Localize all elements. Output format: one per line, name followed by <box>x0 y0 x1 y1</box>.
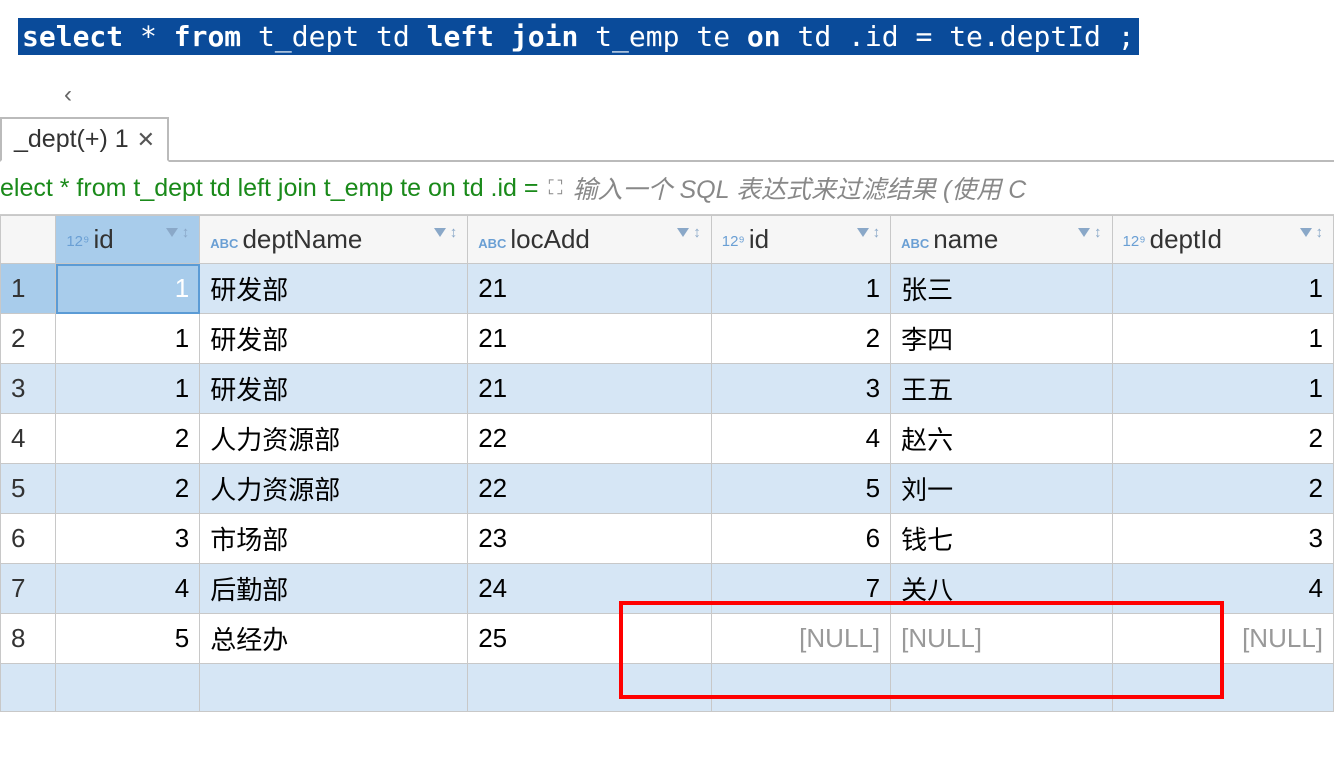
table-row[interactable]: 1 1 研发部 21 1 张三 1 <box>1 264 1334 314</box>
cell-id2-null[interactable]: [NULL] <box>711 614 890 664</box>
cell-id[interactable]: 2 <box>56 414 200 464</box>
column-header-id[interactable]: 12⁹id ↕ <box>56 216 200 264</box>
filter-sort-icon[interactable]: ↕ <box>857 224 881 241</box>
cell-id2[interactable]: 2 <box>711 314 890 364</box>
back-icon[interactable]: ‹ <box>64 81 72 108</box>
cell-deptId[interactable]: 2 <box>1112 464 1333 514</box>
cell-id2[interactable]: 5 <box>711 464 890 514</box>
cell-id[interactable]: 2 <box>56 464 200 514</box>
cell-locAdd[interactable]: 24 <box>468 564 712 614</box>
cell-name[interactable]: 刘一 <box>891 464 1112 514</box>
cell-deptName[interactable]: 总经办 <box>200 614 468 664</box>
cell-id[interactable]: 3 <box>56 514 200 564</box>
cell-name-null[interactable]: [NULL] <box>891 614 1112 664</box>
cell-locAdd[interactable]: 21 <box>468 264 712 314</box>
filter-sort-icon[interactable]: ↕ <box>1300 224 1324 241</box>
cell-deptId[interactable]: 2 <box>1112 414 1333 464</box>
row-number[interactable]: 2 <box>1 314 56 364</box>
result-tab[interactable]: _dept(+) 1 ✕ <box>0 117 169 162</box>
tab-bar: _dept(+) 1 ✕ <box>0 117 1334 162</box>
table-row[interactable]: 8 5 总经办 25 [NULL] [NULL] [NULL] <box>1 614 1334 664</box>
cell-name[interactable]: 张三 <box>891 264 1112 314</box>
cell-locAdd[interactable]: 25 <box>468 614 712 664</box>
cell-deptId[interactable]: 3 <box>1112 514 1333 564</box>
filter-sort-icon[interactable]: ↕ <box>434 224 458 241</box>
cell-id[interactable]: 1 <box>56 364 200 414</box>
cell-deptName[interactable]: 市场部 <box>200 514 468 564</box>
query-bar: elect * from t_dept td left join t_emp t… <box>0 162 1334 215</box>
cell-deptId[interactable]: 1 <box>1112 364 1333 414</box>
row-number[interactable]: 3 <box>1 364 56 414</box>
cell-deptName[interactable]: 研发部 <box>200 314 468 364</box>
cell-deptName[interactable]: 后勤部 <box>200 564 468 614</box>
cell-deptName[interactable]: 研发部 <box>200 264 468 314</box>
nav-back-area: ‹ <box>0 73 1334 117</box>
row-number[interactable]: 4 <box>1 414 56 464</box>
table-row[interactable]: 2 1 研发部 21 2 李四 1 <box>1 314 1334 364</box>
table-row[interactable]: 7 4 后勤部 24 7 关八 4 <box>1 564 1334 614</box>
number-type-icon: 12⁹ <box>66 233 89 250</box>
cell-locAdd[interactable]: 23 <box>468 514 712 564</box>
column-header-id2[interactable]: 12⁹id ↕ <box>711 216 890 264</box>
cell-deptId-null[interactable]: [NULL] <box>1112 614 1333 664</box>
cell-id2[interactable]: 4 <box>711 414 890 464</box>
table-row[interactable]: 3 1 研发部 21 3 王五 1 <box>1 364 1334 414</box>
table-row[interactable]: 4 2 人力资源部 22 4 赵六 2 <box>1 414 1334 464</box>
text-type-icon: ABC <box>210 236 238 251</box>
cell-id2[interactable]: 1 <box>711 264 890 314</box>
cell-deptId[interactable]: 1 <box>1112 314 1333 364</box>
cell-name[interactable]: 李四 <box>891 314 1112 364</box>
cell-deptId[interactable]: 1 <box>1112 264 1333 314</box>
cell-id[interactable]: 1 <box>56 264 200 314</box>
header-row: 12⁹id ↕ ABCdeptName ↕ ABClocAdd ↕ 12⁹id … <box>1 216 1334 264</box>
cell-id[interactable]: 1 <box>56 314 200 364</box>
cell-name[interactable]: 赵六 <box>891 414 1112 464</box>
cell-deptId[interactable]: 4 <box>1112 564 1333 614</box>
cell-deptName[interactable]: 人力资源部 <box>200 464 468 514</box>
cell-id[interactable]: 5 <box>56 614 200 664</box>
filter-input[interactable]: 输入一个 SQL 表达式来过滤结果 (使用 C <box>573 170 1027 206</box>
cell-name[interactable]: 钱七 <box>891 514 1112 564</box>
result-grid[interactable]: 12⁹id ↕ ABCdeptName ↕ ABClocAdd ↕ 12⁹id … <box>0 215 1334 712</box>
filter-sort-icon[interactable]: ↕ <box>1078 224 1102 241</box>
cell-name[interactable]: 关八 <box>891 564 1112 614</box>
rownum-header <box>1 216 56 264</box>
column-header-deptName[interactable]: ABCdeptName ↕ <box>200 216 468 264</box>
close-icon[interactable]: ✕ <box>137 127 155 153</box>
row-number[interactable]: 1 <box>1 264 56 314</box>
cell-id2[interactable]: 7 <box>711 564 890 614</box>
row-number[interactable]: 7 <box>1 564 56 614</box>
executed-query-text: elect * from t_dept td left join t_emp t… <box>0 174 539 203</box>
cell-locAdd[interactable]: 22 <box>468 464 712 514</box>
tab-label: _dept(+) 1 <box>14 125 129 154</box>
filter-sort-icon[interactable]: ↕ <box>166 224 190 241</box>
result-grid-wrapper: 12⁹id ↕ ABCdeptName ↕ ABClocAdd ↕ 12⁹id … <box>0 215 1334 712</box>
cell-locAdd[interactable]: 22 <box>468 414 712 464</box>
sql-editor[interactable]: select * from t_dept td left join t_emp … <box>0 0 1334 73</box>
column-header-name[interactable]: ABCname ↕ <box>891 216 1112 264</box>
row-number[interactable]: 6 <box>1 514 56 564</box>
cell-id2[interactable]: 6 <box>711 514 890 564</box>
cell-id[interactable]: 4 <box>56 564 200 614</box>
expand-icon[interactable]: ⛶ <box>549 177 563 200</box>
filter-sort-icon[interactable]: ↕ <box>677 224 701 241</box>
cell-name[interactable]: 王五 <box>891 364 1112 414</box>
text-type-icon: ABC <box>901 236 929 251</box>
cell-id2[interactable]: 3 <box>711 364 890 414</box>
cell-locAdd[interactable]: 21 <box>468 364 712 414</box>
column-header-deptId[interactable]: 12⁹deptId ↕ <box>1112 216 1333 264</box>
column-header-locAdd[interactable]: ABClocAdd ↕ <box>468 216 712 264</box>
text-type-icon: ABC <box>478 236 506 251</box>
sql-statement: select * from t_dept td left join t_emp … <box>18 18 1139 55</box>
cell-deptName[interactable]: 人力资源部 <box>200 414 468 464</box>
row-number[interactable]: 8 <box>1 614 56 664</box>
cell-locAdd[interactable]: 21 <box>468 314 712 364</box>
table-row[interactable]: 5 2 人力资源部 22 5 刘一 2 <box>1 464 1334 514</box>
row-number[interactable]: 5 <box>1 464 56 514</box>
number-type-icon: 12⁹ <box>1123 233 1146 250</box>
cell-deptName[interactable]: 研发部 <box>200 364 468 414</box>
table-row[interactable]: 6 3 市场部 23 6 钱七 3 <box>1 514 1334 564</box>
number-type-icon: 12⁹ <box>722 233 745 250</box>
table-row-empty <box>1 664 1334 712</box>
